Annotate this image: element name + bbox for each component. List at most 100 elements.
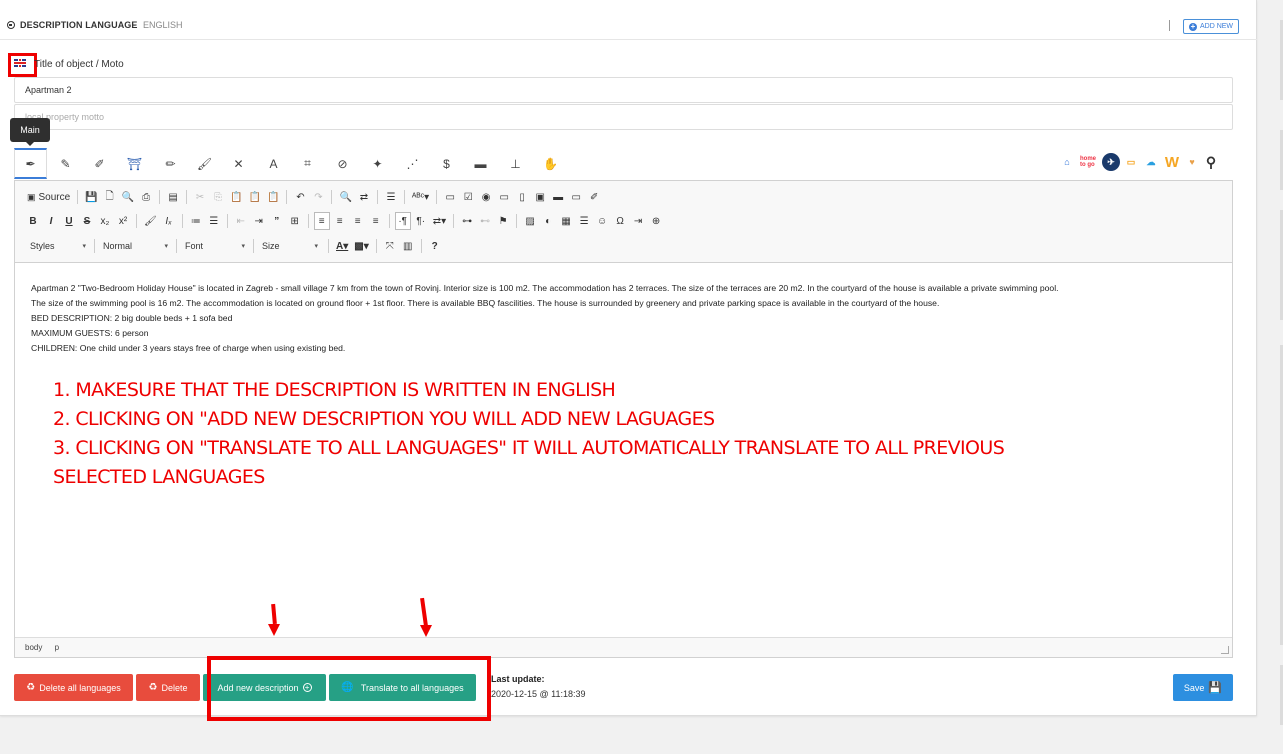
size-dropdown[interactable]: Size ▾ [257,237,323,255]
copy-icon[interactable]: ⎘ [210,188,226,206]
button-field-icon[interactable]: ▬ [550,188,566,206]
hometogo-channel-icon[interactable]: home to go [1080,154,1098,170]
styles-dropdown[interactable]: Styles ▾ [25,237,91,255]
underline-icon[interactable]: U [61,212,77,230]
tab-arch-icon[interactable]: ⛩ [118,148,151,179]
special-char-icon[interactable]: Ω [612,212,628,230]
tab-bed-icon[interactable]: ▬ [464,148,497,179]
image-icon[interactable]: ▨ [522,212,538,230]
delete-button[interactable]: ♻ Delete [136,674,200,701]
image-button-icon[interactable]: ▭ [568,188,584,206]
paste-text-icon[interactable]: 📋 [247,188,263,206]
align-center-icon[interactable]: ≡ [332,212,348,230]
smiley-icon[interactable]: ☺ [594,212,610,230]
bg-color-icon[interactable]: ▩▾ [352,237,370,255]
paste-word-icon[interactable]: 📋 [265,188,281,206]
rtl-icon[interactable]: ¶· [413,212,429,230]
bullet-list-icon[interactable]: ☰ [206,212,222,230]
iframe-icon[interactable]: ⊕ [648,212,664,230]
select-field-icon[interactable]: ▣ [532,188,548,206]
remove-format-icon[interactable]: Iₓ [161,212,177,230]
font-dropdown[interactable]: Font ▾ [180,237,250,255]
textarea-icon[interactable]: ▯ [514,188,530,206]
flash-icon[interactable]: ◐ [540,212,556,230]
title-input[interactable] [14,77,1233,103]
form-icon[interactable]: ▭ [442,188,458,206]
redo-icon[interactable]: ↷ [310,188,326,206]
select-all-icon[interactable]: ☰ [383,188,399,206]
tab-brush-icon[interactable]: 🖌 [188,148,221,179]
preview-icon[interactable]: 🔍 [120,188,136,206]
italic-icon[interactable]: I [43,212,59,230]
tab-dollar-icon[interactable]: $ [430,148,463,179]
blockquote-icon[interactable]: ” [269,212,285,230]
align-left-icon[interactable]: ≡ [313,212,330,230]
ltr-icon[interactable]: ·¶ [394,212,411,230]
horizontal-line-icon[interactable]: ☰ [576,212,592,230]
w-channel-icon[interactable]: W [1164,154,1180,171]
youtube-channel-icon[interactable]: ▭ [1124,154,1138,170]
tab-pencil-2-icon[interactable]: ✏ [154,148,187,179]
unlink-icon[interactable]: ⊷ [477,212,493,230]
save-doc-icon[interactable]: 💾 [83,188,99,206]
heart-channel-icon[interactable]: ♥ [1184,154,1200,170]
indent-icon[interactable]: ⇥ [251,212,267,230]
editor-content[interactable]: Apartman 2 "Two-Bedroom Holiday House" i… [31,281,1221,356]
hidden-field-icon[interactable]: ✐ [586,188,602,206]
tab-desk-icon[interactable]: ⊥ [499,148,532,179]
tab-magic-wand-icon[interactable]: ✦ [361,148,394,179]
anchor-icon[interactable]: ⚑ [495,212,511,230]
path-p[interactable]: p [55,643,59,652]
tab-no-pen-icon[interactable]: ⊘ [326,148,359,179]
map-pin-icon[interactable]: ⚲ [1204,154,1218,170]
table-icon[interactable]: ▦ [558,212,574,230]
tab-text-style-icon[interactable]: A [257,148,290,179]
save-button[interactable]: Save 💾 [1173,674,1233,701]
paste-icon[interactable]: 📋 [228,188,244,206]
copy-format-icon[interactable]: 🖌 [142,212,159,230]
checkbox-icon[interactable]: ☑ [460,188,476,206]
show-blocks-icon[interactable]: ▥ [400,237,416,255]
cut-icon[interactable]: ✂ [192,188,208,206]
page-break-icon[interactable]: ⇥ [630,212,646,230]
outdent-icon[interactable]: ⇤ [233,212,249,230]
numbered-list-icon[interactable]: ≔ [188,212,204,230]
link-icon[interactable]: ⊶ [459,212,475,230]
plane-circle-icon[interactable]: ✈ [1102,153,1120,171]
find-icon[interactable]: 🔍 [337,188,353,206]
tab-nodes-icon[interactable]: ⋰ [396,148,429,179]
radio-icon[interactable]: ◉ [478,188,494,206]
path-body[interactable]: body [25,643,42,652]
maximize-icon[interactable]: ⤧ [382,237,398,255]
templates-icon[interactable]: ▤ [165,188,181,206]
language-icon[interactable]: ⇄▾ [431,212,448,230]
bold-icon[interactable]: B [25,212,41,230]
tab-main-pen-icon[interactable]: ✒ [14,148,47,179]
tab-hand-icon[interactable]: ✋ [534,148,567,179]
tab-pencil-icon[interactable]: ✎ [49,148,82,179]
new-page-icon[interactable]: 🗋 [102,188,118,206]
text-color-icon[interactable]: A▾ [334,237,350,255]
undo-icon[interactable]: ↶ [292,188,308,206]
source-button[interactable]: ▣ Source [25,188,72,206]
tab-tools-icon[interactable]: ✕ [222,148,255,179]
format-dropdown[interactable]: Normal ▾ [98,237,173,255]
home-channel-icon[interactable]: ⌂ [1058,154,1076,170]
div-icon[interactable]: ⊞ [287,212,303,230]
print-icon[interactable]: ⎙ [138,188,154,206]
delete-all-languages-button[interactable]: ♻ Delete all languages [14,674,133,701]
uk-flag-icon[interactable] [14,59,26,67]
add-new-button[interactable]: + ADD NEW [1183,19,1239,34]
subscript-icon[interactable]: x₂ [97,212,113,230]
cloud-channel-icon[interactable]: ☁ [1142,154,1160,170]
rich-text-editor[interactable]: ▣ Source 💾 🗋 🔍 ⎙ ▤ ✂ ⎘ 📋 📋 📋 ↶ ↷ 🔍 ⇄ ☰ ᴬ… [14,180,1233,658]
superscript-icon[interactable]: x² [115,212,131,230]
resize-handle-icon[interactable] [1221,646,1229,654]
help-icon[interactable]: ? [427,237,443,255]
textfield-icon[interactable]: ▭ [496,188,512,206]
align-right-icon[interactable]: ≡ [350,212,366,230]
align-justify-icon[interactable]: ≡ [368,212,384,230]
replace-icon[interactable]: ⇄ [356,188,372,206]
spellcheck-icon[interactable]: ᴬᴮᶜ▾ [410,188,431,206]
strike-icon[interactable]: S [79,212,95,230]
